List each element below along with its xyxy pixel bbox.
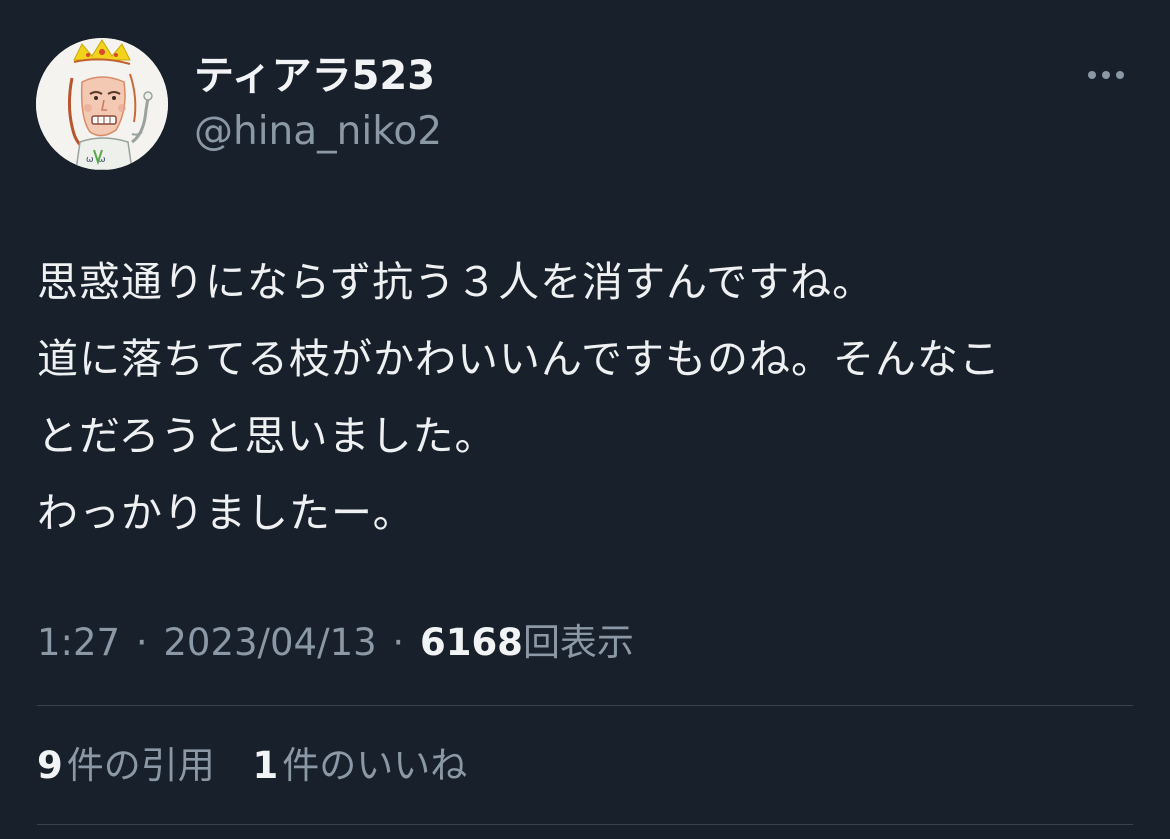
quotes-stat-link[interactable]: 9 件の引用 — [37, 740, 215, 792]
likes-count: 1 — [252, 744, 279, 787]
tweet-stats: 9 件の引用 1 件のいいね — [37, 740, 467, 792]
quotes-label: 件の引用 — [66, 744, 215, 787]
avatar[interactable]: ω ω — [36, 38, 168, 170]
likes-label: 件のいいね — [282, 744, 468, 787]
views-count[interactable]: 6168 — [420, 621, 523, 664]
svg-text:ω: ω — [86, 155, 94, 165]
tweet-text-line: 道に落ちてる枝がかわいいんですものね。そんなこ — [37, 335, 1001, 383]
tweet-time[interactable]: 1:27 — [37, 621, 120, 664]
more-horizontal-icon — [1088, 71, 1124, 79]
tweet-text-line: わっかりましたー。 — [37, 489, 415, 537]
tweet-text: 思惑通りにならず抗う３人を消すんですね。 道に落ちてる枝がかわいいんですものね。… — [37, 244, 1137, 552]
quotes-count: 9 — [37, 744, 63, 787]
user-handle[interactable]: @hina_niko2 — [194, 108, 442, 156]
divider — [37, 705, 1133, 706]
display-name[interactable]: ティアラ523 — [194, 50, 442, 102]
tweet-date[interactable]: 2023/04/13 — [163, 621, 376, 664]
tweet-text-line: 思惑通りにならず抗う３人を消すんですね。 — [37, 258, 875, 306]
tweet-meta: 1:27 · 2023/04/13 · 6168回表示 — [37, 617, 634, 669]
meta-separator: · — [392, 621, 405, 664]
tweet-text-line: とだろうと思いました。 — [37, 412, 497, 460]
views-label[interactable]: 回表示 — [523, 621, 634, 664]
tweet-header: ω ω ティアラ523 @hina_niko2 — [36, 38, 1136, 170]
meta-separator: · — [135, 621, 148, 664]
more-options-button[interactable] — [1084, 60, 1128, 90]
divider — [37, 824, 1133, 825]
tweet-detail: ω ω ティアラ523 @hina_niko2 思惑通りにならず抗う３人を消すん — [0, 0, 1170, 839]
likes-stat-link[interactable]: 1 件のいいね — [253, 740, 468, 792]
user-names: ティアラ523 @hina_niko2 — [194, 50, 442, 156]
avatar-drawing-icon: ω ω — [36, 38, 168, 170]
